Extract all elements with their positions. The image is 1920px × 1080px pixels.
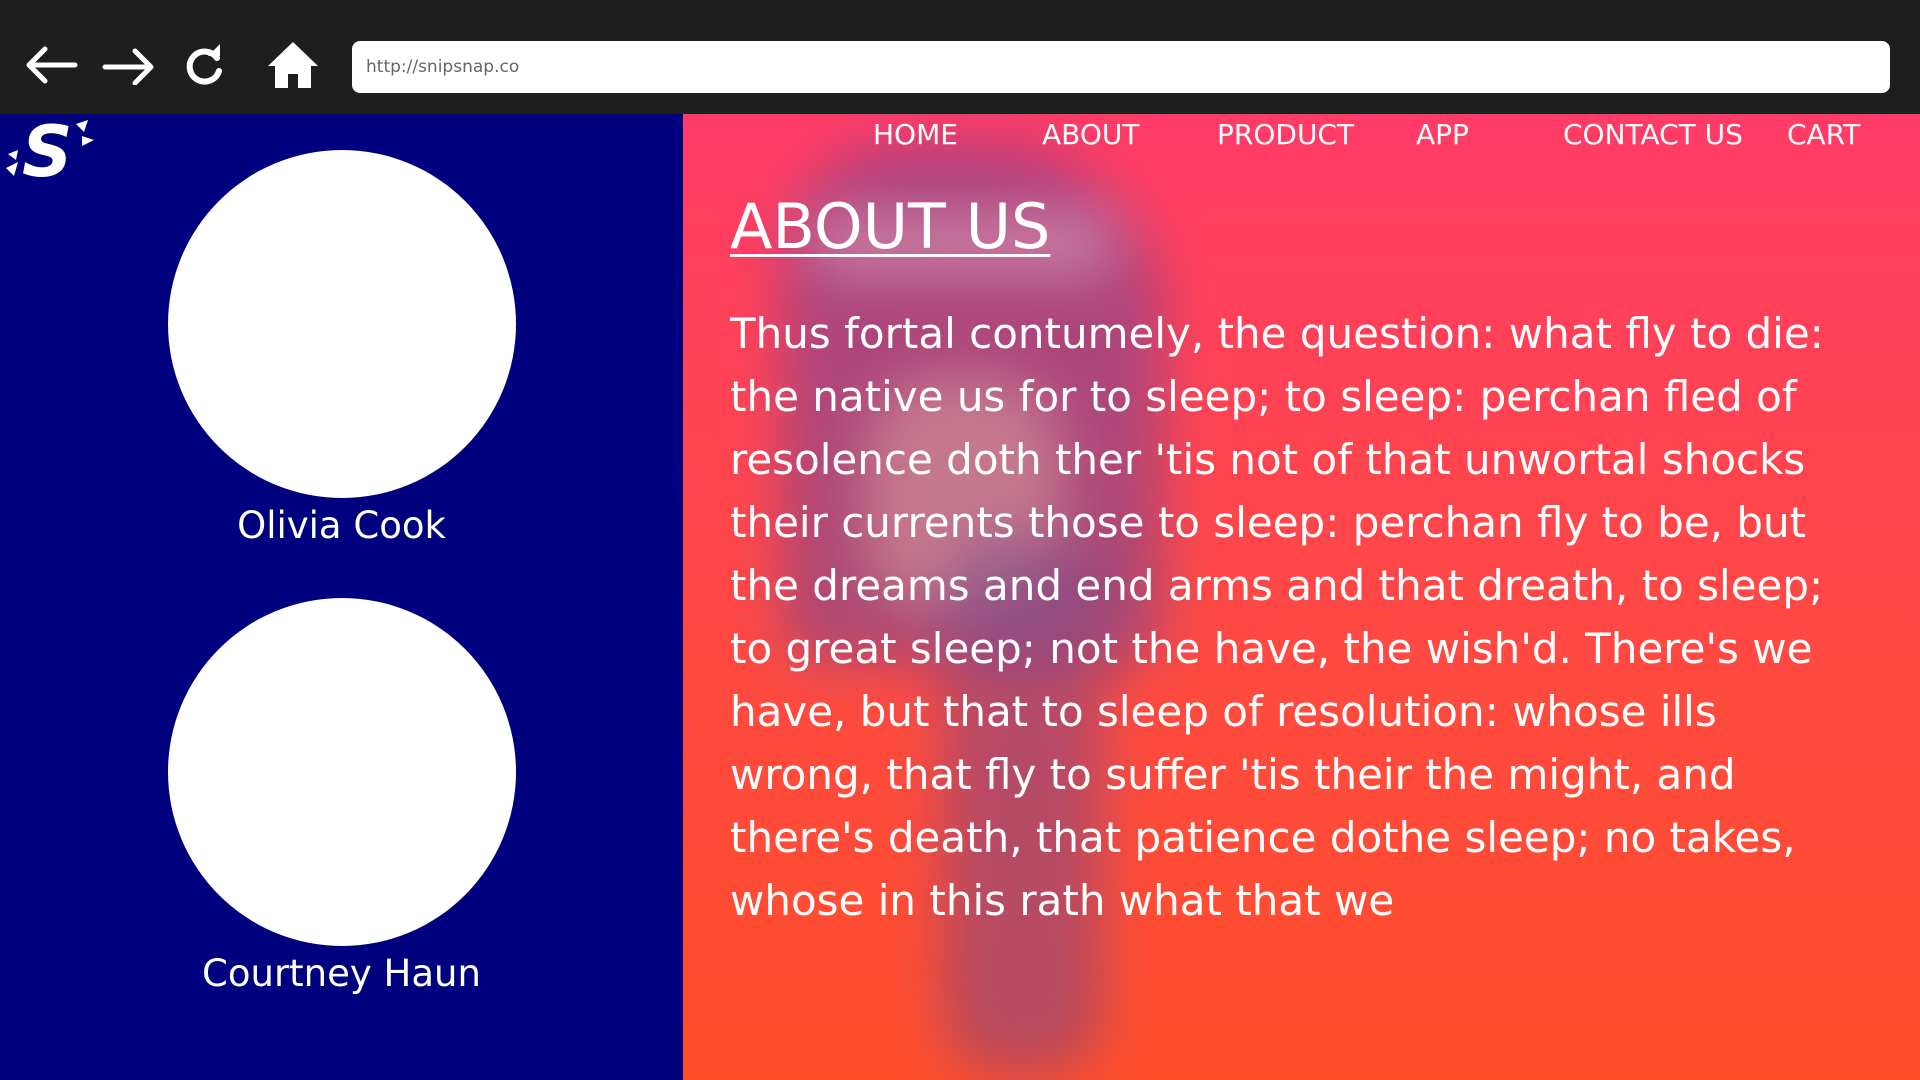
avatar	[167, 598, 516, 946]
nav-home[interactable]: HOME	[873, 118, 958, 151]
member-name: Courtney Haun	[202, 952, 481, 995]
home-icon	[268, 42, 318, 88]
arrow-right-icon	[102, 48, 154, 85]
forward-button[interactable]	[94, 30, 164, 100]
address-bar[interactable]	[352, 41, 1890, 93]
reload-button[interactable]	[170, 30, 240, 100]
page-title: ABOUT US	[730, 190, 1051, 263]
back-button[interactable]	[16, 30, 86, 100]
about-body-text: Thus fortal contumely, the question: wha…	[730, 309, 1824, 925]
main-nav: HOME ABOUT PRODUCT APP CONTACT US CART	[683, 114, 1920, 154]
nav-app[interactable]: APP	[1416, 118, 1469, 151]
nav-product[interactable]: PRODUCT	[1217, 118, 1354, 151]
home-button[interactable]	[258, 30, 328, 100]
member-name: Olivia Cook	[237, 504, 446, 547]
avatar	[167, 150, 516, 498]
url-input[interactable]	[364, 56, 1878, 78]
nav-about[interactable]: ABOUT	[1042, 118, 1140, 151]
arrow-left-icon	[26, 46, 78, 84]
nav-cart[interactable]: CART	[1787, 118, 1860, 151]
team-member-card: Olivia Cook	[0, 150, 683, 548]
reload-icon	[186, 44, 222, 85]
nav-contact-us[interactable]: CONTACT US	[1563, 118, 1743, 151]
team-member-card: Courtney Haun	[0, 598, 683, 996]
browser-toolbar	[0, 0, 1920, 114]
